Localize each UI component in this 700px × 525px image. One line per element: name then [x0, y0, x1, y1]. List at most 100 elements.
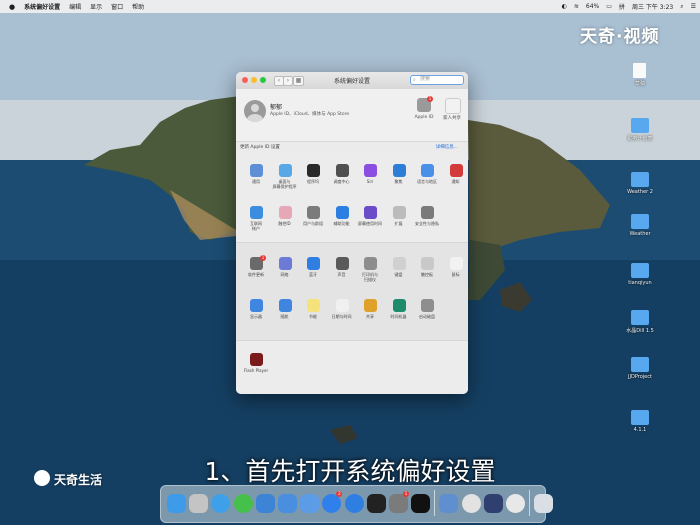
- preview-icon[interactable]: [439, 494, 459, 513]
- quicktime-icon[interactable]: [483, 494, 503, 513]
- pref-general[interactable]: 通用: [241, 164, 271, 194]
- pref-notifications[interactable]: 通知: [441, 164, 469, 194]
- menu-app-name[interactable]: 系统偏好设置: [24, 2, 60, 11]
- status-icon[interactable]: ◐: [562, 3, 567, 10]
- pref-time-machine[interactable]: 时间机器: [384, 299, 414, 329]
- menu-edit[interactable]: 编辑: [69, 2, 81, 11]
- pref-sidecar[interactable]: 随航: [270, 299, 300, 329]
- launchpad-icon[interactable]: [189, 494, 209, 513]
- document-icon: [633, 63, 646, 78]
- user-account-block[interactable]: 郁郁 Apple ID、iCloud、媒体与 App Store 1 Apple…: [236, 89, 468, 141]
- language-region-icon: [421, 164, 434, 177]
- siri-icon: [364, 164, 377, 177]
- mission-control-icon: [335, 164, 349, 177]
- finder-icon[interactable]: [167, 494, 186, 513]
- apple-menu-icon[interactable]: ●: [9, 3, 15, 11]
- pref-users-groups[interactable]: 用户与群组: [298, 206, 328, 236]
- search-icon: ⌕: [413, 77, 416, 83]
- search-field[interactable]: ⌕ 搜索: [410, 75, 464, 85]
- security-privacy-icon: [421, 206, 434, 219]
- pref-screen-time[interactable]: 屏幕使用时间: [355, 206, 385, 236]
- pref-mouse[interactable]: 鼠标: [441, 257, 469, 287]
- chrome-icon[interactable]: [506, 494, 525, 513]
- pref-language-region[interactable]: 语言与地区: [412, 164, 442, 194]
- pref-printers-scanners[interactable]: 打印机与 扫描仪: [355, 257, 385, 287]
- pref-spotlight[interactable]: 聚焦: [384, 164, 414, 194]
- desktop-item[interactable]: 水晶Dill 1.5: [620, 310, 660, 340]
- terminal-icon[interactable]: [366, 494, 386, 513]
- pref-bluetooth[interactable]: 蓝牙: [298, 257, 328, 287]
- users-groups-icon: [307, 206, 320, 219]
- upload-icon[interactable]: [344, 494, 364, 513]
- pref-mission-control[interactable]: 调度中心: [327, 164, 357, 194]
- battery-icon[interactable]: ▭: [606, 3, 612, 10]
- pref-sharing[interactable]: 共享: [355, 299, 385, 329]
- desktop-item[interactable]: tianqiyun: [620, 263, 660, 293]
- pref-dock[interactable]: 程序坞: [298, 164, 328, 194]
- pref-displays[interactable]: 显示器: [241, 299, 271, 329]
- notifications-icon: [449, 164, 463, 177]
- pref-internet-accounts[interactable]: 互联网 帐户: [241, 206, 271, 236]
- pref-date-time[interactable]: 日期与时间: [327, 299, 357, 329]
- system-preferences-window: ‹ › ▦ 系统偏好设置 ⌕ 搜索 郁郁 Apple ID、iCloud、媒体与…: [236, 72, 468, 394]
- desktop-item[interactable]: Weather: [620, 214, 660, 244]
- bluetooth-icon: [307, 257, 320, 270]
- photos-icon[interactable]: [461, 494, 481, 513]
- pref-label: 启动磁盘: [419, 314, 435, 319]
- clock[interactable]: 周三 下午 3:23: [632, 2, 673, 11]
- qq-icon[interactable]: [411, 494, 431, 513]
- menu-window[interactable]: 窗口: [111, 2, 123, 11]
- pref-software-update[interactable]: 1 软件更新: [241, 255, 271, 287]
- spotlight-menu-icon[interactable]: ⌕: [680, 3, 683, 11]
- pref-startup-disk[interactable]: 启动磁盘: [412, 299, 442, 329]
- desktop-item[interactable]: JJDProject: [620, 357, 660, 387]
- avatar[interactable]: [244, 100, 266, 122]
- details-link[interactable]: 详细信息...: [436, 144, 458, 150]
- pref-touch-id[interactable]: 触控ID: [270, 206, 300, 236]
- files-icon[interactable]: [300, 494, 320, 513]
- sharing-icon: [364, 299, 377, 312]
- trash-icon[interactable]: [534, 494, 554, 513]
- pref-label: 通知: [451, 179, 460, 184]
- pref-extensions[interactable]: 扩展: [384, 206, 414, 236]
- pref-flash-player[interactable]: Flash Player: [241, 353, 271, 383]
- desktop-item[interactable]: 勤务计划表: [620, 118, 660, 148]
- watermark-logo-icon: [34, 470, 50, 486]
- wifi-icon[interactable]: ≋: [574, 3, 579, 10]
- desktop-item[interactable]: 草稿: [620, 63, 660, 93]
- wechat-icon[interactable]: [233, 494, 253, 513]
- pref-keyboard[interactable]: 键盘: [384, 257, 414, 287]
- trackpad-icon: [421, 257, 434, 270]
- pref-energy-saver[interactable]: 节能: [298, 299, 328, 329]
- pref-siri[interactable]: Siri: [355, 164, 385, 194]
- displays-icon: [250, 299, 263, 312]
- desktop-item[interactable]: 4.1.1: [620, 410, 660, 440]
- safari-icon[interactable]: [211, 494, 231, 513]
- pref-desktop-screensaver[interactable]: 桌面与 屏幕保护程序: [270, 164, 300, 194]
- pref-network[interactable]: 网络: [270, 257, 300, 287]
- menu-help[interactable]: 帮助: [132, 2, 144, 11]
- general-icon: [250, 164, 263, 177]
- dock-separator: [434, 490, 436, 516]
- folder-icon: [631, 410, 649, 425]
- pref-security-privacy[interactable]: 安全性与隐私: [412, 206, 442, 236]
- family-sharing-icon[interactable]: [445, 98, 461, 114]
- screen-time-icon: [364, 206, 377, 219]
- control-menu-icon[interactable]: ☰: [691, 3, 696, 10]
- pref-accessibility[interactable]: 辅助功能: [327, 206, 357, 236]
- time-machine-icon: [392, 299, 406, 312]
- menu-view[interactable]: 显示: [90, 2, 102, 11]
- preferences-section-other: Flash Player: [236, 340, 468, 394]
- input-source-icon[interactable]: 拼: [619, 2, 625, 11]
- archive-icon[interactable]: [278, 494, 297, 513]
- desktop-item[interactable]: Weather 2: [620, 172, 660, 202]
- dock-separator: [529, 490, 531, 516]
- folder-icon: [631, 357, 649, 372]
- desktop-screensaver-icon: [278, 164, 292, 177]
- battery-percent[interactable]: 64%: [586, 3, 599, 10]
- pref-sound[interactable]: 声音: [327, 257, 357, 287]
- sound-icon: [335, 257, 349, 270]
- pref-trackpad[interactable]: 触控板: [412, 257, 442, 287]
- desktop-item-label: 草稿: [634, 81, 645, 87]
- xcode-icon[interactable]: [255, 494, 275, 513]
